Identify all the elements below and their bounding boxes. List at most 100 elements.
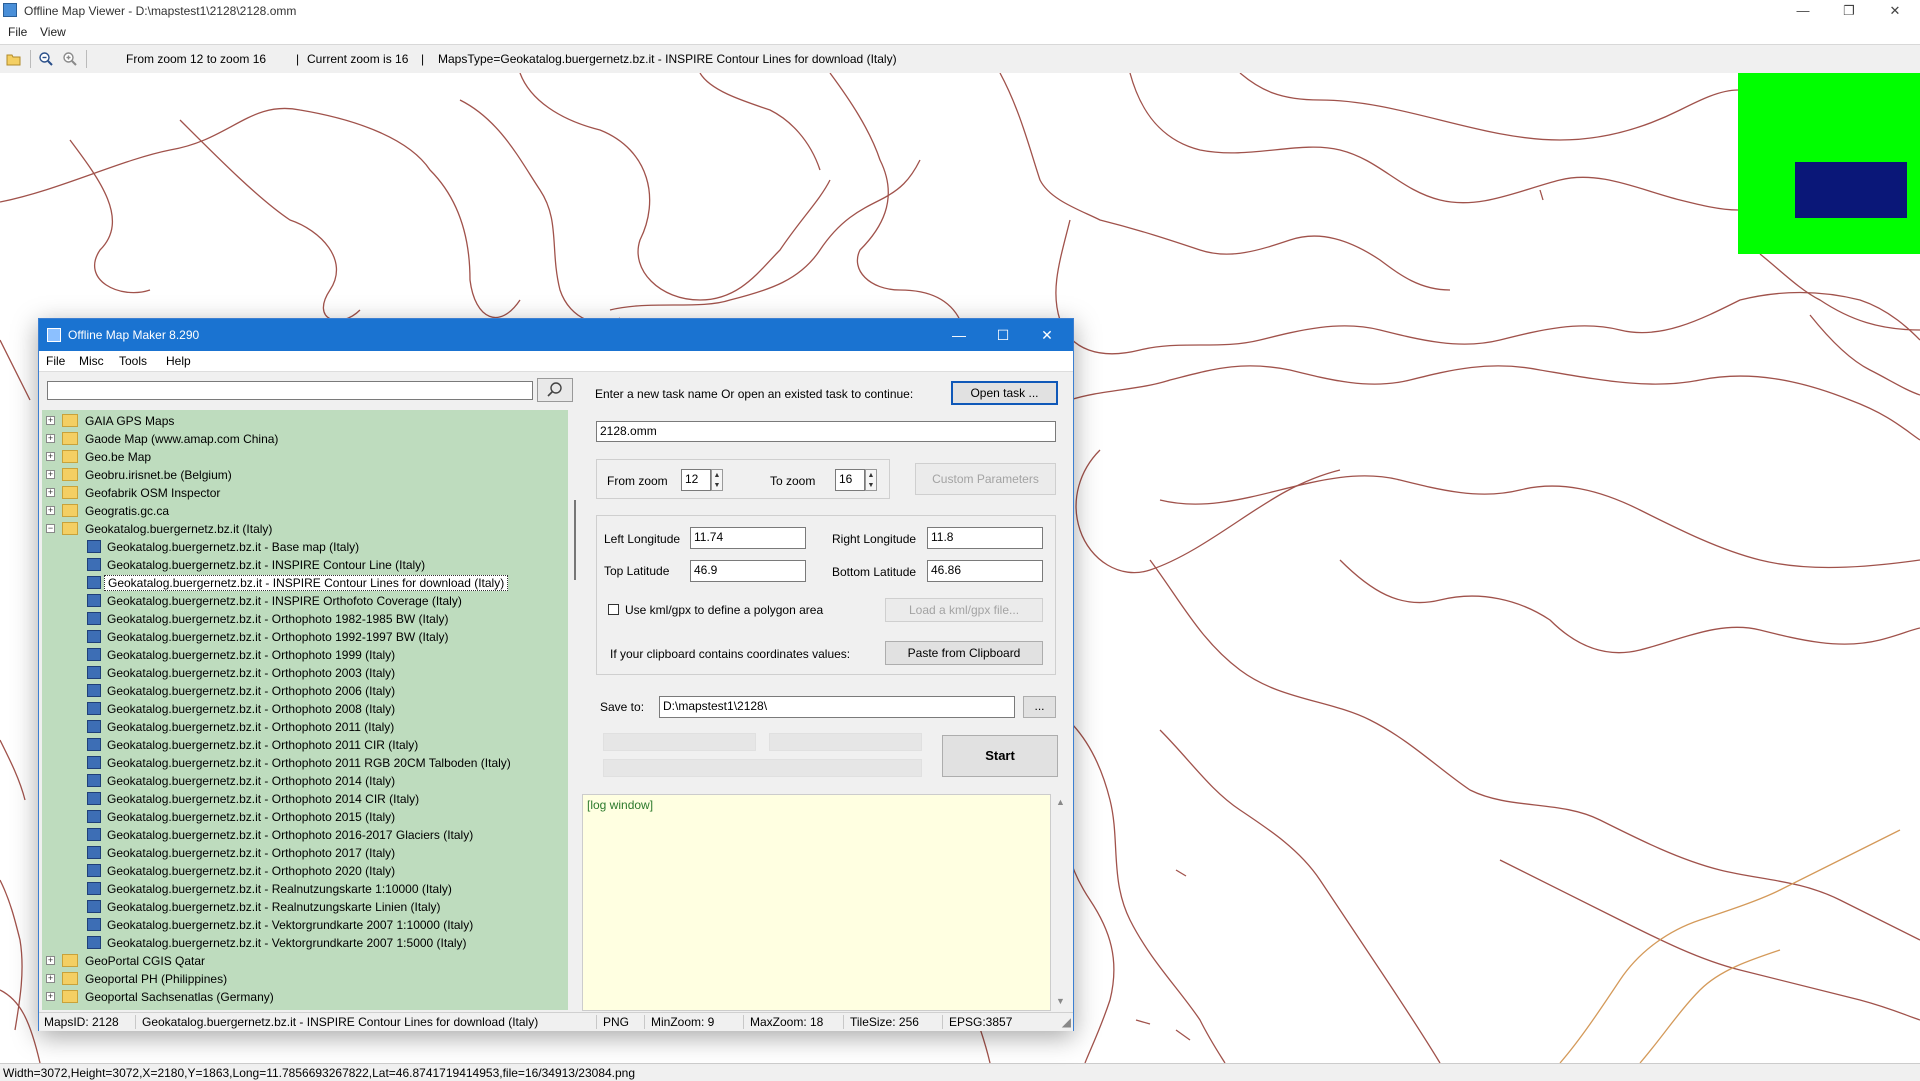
task-name-input[interactable]: 2128.omm xyxy=(596,421,1056,442)
tree-map-item[interactable]: Geokatalog.buergernetz.bz.it - Base map … xyxy=(42,538,568,556)
tree-folder-item[interactable]: − Geokatalog.buergernetz.bz.it (Italy) xyxy=(42,520,568,538)
maps-tree[interactable]: + GAIA GPS Maps + Gaode Map (www.amap.com C… xyxy=(42,410,568,1010)
zoom-in-icon[interactable] xyxy=(62,51,78,67)
dialog-minimize-button[interactable]: — xyxy=(937,319,981,351)
dialog-menu-misc[interactable]: Misc xyxy=(79,354,104,368)
expand-icon[interactable]: + xyxy=(46,452,55,461)
scroll-up-icon[interactable]: ▲ xyxy=(1056,797,1065,807)
tree-map-item[interactable]: Geokatalog.buergernetz.bz.it - INSPIRE C… xyxy=(42,574,568,592)
tree-map-item[interactable]: Geokatalog.buergernetz.bz.it - Orthophot… xyxy=(42,826,568,844)
start-button[interactable]: Start xyxy=(942,735,1058,777)
outer-minimize-button[interactable]: — xyxy=(1780,0,1826,22)
tree-map-item[interactable]: Geokatalog.buergernetz.bz.it - Orthophot… xyxy=(42,646,568,664)
tree-map-item[interactable]: Geokatalog.buergernetz.bz.it - INSPIRE O… xyxy=(42,592,568,610)
tree-folder-item[interactable]: + Geoportal PH (Philippines) xyxy=(42,970,568,988)
expand-icon[interactable]: + xyxy=(46,416,55,425)
tree-folder-item[interactable]: + GeoPortal CGIS Qatar xyxy=(42,952,568,970)
tree-map-item[interactable]: Geokatalog.buergernetz.bz.it - Orthophot… xyxy=(42,718,568,736)
tree-item-label: Geo.be Map xyxy=(85,450,152,464)
dialog-menu-tools[interactable]: Tools xyxy=(119,354,147,368)
outer-close-button[interactable]: ✕ xyxy=(1872,0,1918,22)
log-window[interactable]: [log window] xyxy=(582,794,1051,1011)
left-longitude-input[interactable]: 11.74 xyxy=(690,527,806,549)
tree-map-item[interactable]: Geokatalog.buergernetz.bz.it - Orthophot… xyxy=(42,610,568,628)
tree-folder-item[interactable]: + Geoportal Sachsenatlas (Germany) xyxy=(42,988,568,1006)
tree-folder-item[interactable]: + Geo.be Map xyxy=(42,448,568,466)
tree-map-item[interactable]: Geokatalog.buergernetz.bz.it - Orthophot… xyxy=(42,628,568,646)
to-zoom-stepper[interactable]: ▲ ▼ xyxy=(865,469,877,491)
bottom-latitude-input[interactable]: 46.86 xyxy=(927,560,1043,582)
tree-map-item[interactable]: Geokatalog.buergernetz.bz.it - Orthophot… xyxy=(42,862,568,880)
status-tile-size: TileSize: 256 xyxy=(850,1015,919,1029)
custom-parameters-button[interactable]: Custom Parameters xyxy=(915,463,1056,495)
to-zoom-label: To zoom xyxy=(770,474,816,488)
chevron-down-icon[interactable]: ▼ xyxy=(866,481,876,490)
tree-map-item[interactable]: Geokatalog.buergernetz.bz.it - Orthophot… xyxy=(42,700,568,718)
expand-icon[interactable]: + xyxy=(46,992,55,1001)
search-button[interactable] xyxy=(537,378,573,402)
tree-map-item[interactable]: Geokatalog.buergernetz.bz.it - Orthophot… xyxy=(42,754,568,772)
tree-map-item[interactable]: Geokatalog.buergernetz.bz.it - Orthophot… xyxy=(42,682,568,700)
expand-icon[interactable]: + xyxy=(46,488,55,497)
tree-map-item[interactable]: Geokatalog.buergernetz.bz.it - Orthophot… xyxy=(42,664,568,682)
tree-map-item[interactable]: Geokatalog.buergernetz.bz.it - Orthophot… xyxy=(42,790,568,808)
tree-folder-item[interactable]: + Gaode Map (www.amap.com China) xyxy=(42,430,568,448)
tree-map-item[interactable]: Geokatalog.buergernetz.bz.it - Orthophot… xyxy=(42,736,568,754)
tree-folder-item[interactable]: + Geobru.irisnet.be (Belgium) xyxy=(42,466,568,484)
save-path-input[interactable]: D:\mapstest1\2128\ xyxy=(659,696,1015,718)
expand-icon[interactable]: + xyxy=(46,956,55,965)
zoom-out-icon[interactable] xyxy=(38,51,54,67)
expand-icon[interactable]: + xyxy=(46,434,55,443)
dialog-menu-help[interactable]: Help xyxy=(166,354,191,368)
outer-menu-view[interactable]: View xyxy=(40,25,66,39)
map-tile-icon xyxy=(87,594,101,607)
from-zoom-input[interactable]: 12 xyxy=(681,469,711,491)
tree-folder-item[interactable]: + Geogratis.gc.ca xyxy=(42,502,568,520)
tree-map-item[interactable]: Geokatalog.buergernetz.bz.it - Realnutzu… xyxy=(42,880,568,898)
scroll-down-icon[interactable]: ▼ xyxy=(1056,996,1065,1006)
collapse-icon[interactable]: − xyxy=(46,524,55,533)
use-kml-checkbox[interactable] xyxy=(608,604,619,615)
expand-icon[interactable]: + xyxy=(46,470,55,479)
outer-restore-button[interactable]: ❐ xyxy=(1826,0,1872,22)
dialog-close-button[interactable]: ✕ xyxy=(1025,319,1069,351)
tree-item-label: Geokatalog.buergernetz.bz.it - Orthophot… xyxy=(107,630,449,644)
expand-icon[interactable]: + xyxy=(46,506,55,515)
expand-icon[interactable]: + xyxy=(46,974,55,983)
open-task-button[interactable]: Open task ... xyxy=(951,381,1058,405)
minimap-viewport[interactable] xyxy=(1795,162,1907,218)
tree-map-item[interactable]: Geokatalog.buergernetz.bz.it - Vektorgru… xyxy=(42,916,568,934)
tree-scroll-thumb[interactable] xyxy=(574,500,576,580)
browse-button[interactable]: ... xyxy=(1023,696,1056,718)
from-zoom-stepper[interactable]: ▲ ▼ xyxy=(711,469,723,491)
outer-menu-file[interactable]: File xyxy=(8,25,27,39)
dialog-maximize-button[interactable]: ☐ xyxy=(981,319,1025,351)
folder-icon xyxy=(62,432,78,445)
tree-map-item[interactable]: Geokatalog.buergernetz.bz.it - Realnutzu… xyxy=(42,898,568,916)
tree-scrollbar[interactable] xyxy=(572,410,578,1010)
tree-map-item[interactable]: Geokatalog.buergernetz.bz.it - Orthophot… xyxy=(42,808,568,826)
maps-search-input[interactable] xyxy=(47,381,533,400)
chevron-down-icon[interactable]: ▼ xyxy=(712,481,722,490)
overview-minimap[interactable] xyxy=(1738,73,1920,254)
tree-map-item[interactable]: Geokatalog.buergernetz.bz.it - Orthophot… xyxy=(42,772,568,790)
tree-map-item[interactable]: Geokatalog.buergernetz.bz.it - Orthophot… xyxy=(42,844,568,862)
resize-grip-icon[interactable]: ◢ xyxy=(1062,1015,1071,1029)
tree-item-label: GeoPortal CGIS Qatar xyxy=(85,954,206,968)
dialog-menu-file[interactable]: File xyxy=(46,354,65,368)
chevron-up-icon[interactable]: ▲ xyxy=(712,471,722,480)
open-folder-icon[interactable] xyxy=(6,51,22,67)
clipboard-label: If your clipboard contains coordinates v… xyxy=(610,647,851,661)
tree-map-item[interactable]: Geokatalog.buergernetz.bz.it - Vektorgru… xyxy=(42,934,568,952)
paste-clipboard-button[interactable]: Paste from Clipboard xyxy=(885,641,1043,665)
load-kml-button[interactable]: Load a kml/gpx file... xyxy=(885,598,1043,622)
tree-map-item[interactable]: Geokatalog.buergernetz.bz.it - INSPIRE C… xyxy=(42,556,568,574)
to-zoom-input[interactable]: 16 xyxy=(835,469,865,491)
top-latitude-input[interactable]: 46.9 xyxy=(690,560,806,582)
status-divider xyxy=(843,1015,844,1029)
log-scrollbar[interactable]: ▲ ▼ xyxy=(1052,794,1070,1011)
right-longitude-input[interactable]: 11.8 xyxy=(927,527,1043,549)
tree-folder-item[interactable]: + GAIA GPS Maps xyxy=(42,412,568,430)
chevron-up-icon[interactable]: ▲ xyxy=(866,471,876,480)
tree-folder-item[interactable]: + Geofabrik OSM Inspector xyxy=(42,484,568,502)
